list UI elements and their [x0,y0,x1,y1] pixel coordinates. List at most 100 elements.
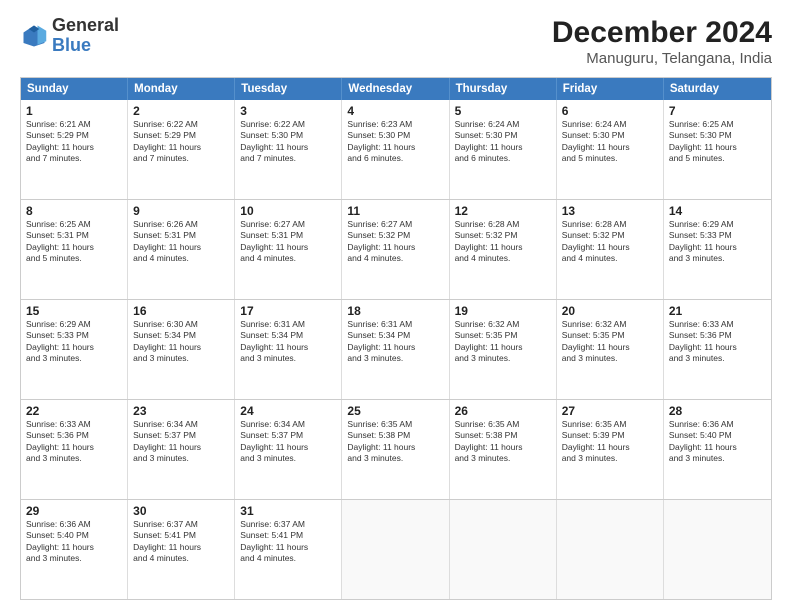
calendar-cell: 23Sunrise: 6:34 AM Sunset: 5:37 PM Dayli… [128,400,235,499]
day-number: 27 [562,404,658,418]
weekday-header: Wednesday [342,78,449,100]
day-info: Sunrise: 6:28 AM Sunset: 5:32 PM Dayligh… [562,219,658,265]
day-info: Sunrise: 6:21 AM Sunset: 5:29 PM Dayligh… [26,119,122,165]
day-info: Sunrise: 6:25 AM Sunset: 5:31 PM Dayligh… [26,219,122,265]
calendar-cell: 29Sunrise: 6:36 AM Sunset: 5:40 PM Dayli… [21,500,128,599]
day-info: Sunrise: 6:36 AM Sunset: 5:40 PM Dayligh… [669,419,766,465]
day-number: 1 [26,104,122,118]
day-info: Sunrise: 6:34 AM Sunset: 5:37 PM Dayligh… [240,419,336,465]
day-number: 17 [240,304,336,318]
calendar-cell: 6Sunrise: 6:24 AM Sunset: 5:30 PM Daylig… [557,100,664,199]
calendar-cell: 24Sunrise: 6:34 AM Sunset: 5:37 PM Dayli… [235,400,342,499]
day-number: 8 [26,204,122,218]
day-info: Sunrise: 6:24 AM Sunset: 5:30 PM Dayligh… [562,119,658,165]
day-number: 15 [26,304,122,318]
day-number: 12 [455,204,551,218]
day-info: Sunrise: 6:28 AM Sunset: 5:32 PM Dayligh… [455,219,551,265]
calendar-week-row: 29Sunrise: 6:36 AM Sunset: 5:40 PM Dayli… [21,499,771,599]
calendar-cell: 2Sunrise: 6:22 AM Sunset: 5:29 PM Daylig… [128,100,235,199]
calendar-title: December 2024 [552,16,772,50]
logo-general-text: General [52,15,119,35]
calendar-cell: 19Sunrise: 6:32 AM Sunset: 5:35 PM Dayli… [450,300,557,399]
weekday-header: Tuesday [235,78,342,100]
calendar-cell: 14Sunrise: 6:29 AM Sunset: 5:33 PM Dayli… [664,200,771,299]
day-info: Sunrise: 6:35 AM Sunset: 5:38 PM Dayligh… [347,419,443,465]
day-info: Sunrise: 6:27 AM Sunset: 5:31 PM Dayligh… [240,219,336,265]
calendar-cell: 30Sunrise: 6:37 AM Sunset: 5:41 PM Dayli… [128,500,235,599]
day-number: 21 [669,304,766,318]
calendar-week-row: 22Sunrise: 6:33 AM Sunset: 5:36 PM Dayli… [21,399,771,499]
day-number: 6 [562,104,658,118]
calendar-body: 1Sunrise: 6:21 AM Sunset: 5:29 PM Daylig… [21,100,771,599]
day-info: Sunrise: 6:22 AM Sunset: 5:29 PM Dayligh… [133,119,229,165]
calendar-cell [450,500,557,599]
calendar-subtitle: Manuguru, Telangana, India [552,50,772,67]
calendar-cell: 4Sunrise: 6:23 AM Sunset: 5:30 PM Daylig… [342,100,449,199]
day-number: 29 [26,504,122,518]
day-info: Sunrise: 6:31 AM Sunset: 5:34 PM Dayligh… [240,319,336,365]
day-number: 13 [562,204,658,218]
calendar-cell: 31Sunrise: 6:37 AM Sunset: 5:41 PM Dayli… [235,500,342,599]
day-number: 5 [455,104,551,118]
day-number: 30 [133,504,229,518]
calendar-cell: 9Sunrise: 6:26 AM Sunset: 5:31 PM Daylig… [128,200,235,299]
calendar-cell: 12Sunrise: 6:28 AM Sunset: 5:32 PM Dayli… [450,200,557,299]
day-info: Sunrise: 6:37 AM Sunset: 5:41 PM Dayligh… [240,519,336,565]
calendar-cell [557,500,664,599]
day-info: Sunrise: 6:33 AM Sunset: 5:36 PM Dayligh… [26,419,122,465]
calendar-week-row: 1Sunrise: 6:21 AM Sunset: 5:29 PM Daylig… [21,100,771,199]
day-info: Sunrise: 6:24 AM Sunset: 5:30 PM Dayligh… [455,119,551,165]
day-number: 11 [347,204,443,218]
logo-blue-text: Blue [52,35,91,55]
day-number: 16 [133,304,229,318]
calendar-cell [664,500,771,599]
day-info: Sunrise: 6:35 AM Sunset: 5:38 PM Dayligh… [455,419,551,465]
calendar-cell: 7Sunrise: 6:25 AM Sunset: 5:30 PM Daylig… [664,100,771,199]
calendar-cell: 10Sunrise: 6:27 AM Sunset: 5:31 PM Dayli… [235,200,342,299]
day-number: 3 [240,104,336,118]
day-number: 9 [133,204,229,218]
day-number: 25 [347,404,443,418]
calendar-cell: 15Sunrise: 6:29 AM Sunset: 5:33 PM Dayli… [21,300,128,399]
day-info: Sunrise: 6:32 AM Sunset: 5:35 PM Dayligh… [562,319,658,365]
day-info: Sunrise: 6:31 AM Sunset: 5:34 PM Dayligh… [347,319,443,365]
logo: General Blue [20,16,119,56]
day-number: 10 [240,204,336,218]
day-info: Sunrise: 6:30 AM Sunset: 5:34 PM Dayligh… [133,319,229,365]
weekday-header: Friday [557,78,664,100]
calendar-cell: 22Sunrise: 6:33 AM Sunset: 5:36 PM Dayli… [21,400,128,499]
calendar-cell: 8Sunrise: 6:25 AM Sunset: 5:31 PM Daylig… [21,200,128,299]
day-number: 18 [347,304,443,318]
day-number: 14 [669,204,766,218]
day-info: Sunrise: 6:33 AM Sunset: 5:36 PM Dayligh… [669,319,766,365]
logo-icon [20,22,48,50]
calendar: SundayMondayTuesdayWednesdayThursdayFrid… [20,77,772,600]
calendar-cell: 20Sunrise: 6:32 AM Sunset: 5:35 PM Dayli… [557,300,664,399]
calendar-header: SundayMondayTuesdayWednesdayThursdayFrid… [21,78,771,100]
day-info: Sunrise: 6:32 AM Sunset: 5:35 PM Dayligh… [455,319,551,365]
day-number: 19 [455,304,551,318]
day-number: 2 [133,104,229,118]
calendar-cell: 3Sunrise: 6:22 AM Sunset: 5:30 PM Daylig… [235,100,342,199]
weekday-header: Sunday [21,78,128,100]
calendar-cell: 18Sunrise: 6:31 AM Sunset: 5:34 PM Dayli… [342,300,449,399]
weekday-header: Saturday [664,78,771,100]
day-info: Sunrise: 6:22 AM Sunset: 5:30 PM Dayligh… [240,119,336,165]
day-number: 7 [669,104,766,118]
day-number: 24 [240,404,336,418]
calendar-cell: 27Sunrise: 6:35 AM Sunset: 5:39 PM Dayli… [557,400,664,499]
day-info: Sunrise: 6:26 AM Sunset: 5:31 PM Dayligh… [133,219,229,265]
calendar-cell: 21Sunrise: 6:33 AM Sunset: 5:36 PM Dayli… [664,300,771,399]
day-info: Sunrise: 6:27 AM Sunset: 5:32 PM Dayligh… [347,219,443,265]
calendar-cell: 11Sunrise: 6:27 AM Sunset: 5:32 PM Dayli… [342,200,449,299]
weekday-header: Monday [128,78,235,100]
calendar-cell: 1Sunrise: 6:21 AM Sunset: 5:29 PM Daylig… [21,100,128,199]
calendar-cell: 16Sunrise: 6:30 AM Sunset: 5:34 PM Dayli… [128,300,235,399]
day-info: Sunrise: 6:25 AM Sunset: 5:30 PM Dayligh… [669,119,766,165]
header: General Blue December 2024 Manuguru, Tel… [20,16,772,67]
logo-text: General Blue [52,16,119,56]
day-info: Sunrise: 6:36 AM Sunset: 5:40 PM Dayligh… [26,519,122,565]
day-number: 23 [133,404,229,418]
day-info: Sunrise: 6:34 AM Sunset: 5:37 PM Dayligh… [133,419,229,465]
calendar-week-row: 8Sunrise: 6:25 AM Sunset: 5:31 PM Daylig… [21,199,771,299]
